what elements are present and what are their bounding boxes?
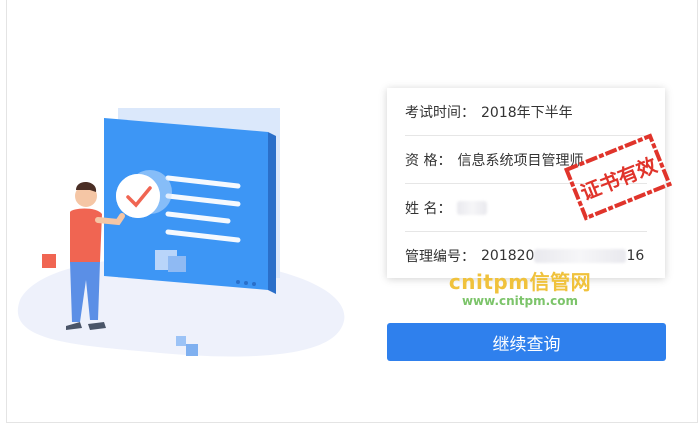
management-number-label: 管理编号： — [405, 248, 475, 265]
management-number-redacted — [534, 248, 627, 263]
exam-time-row: 考试时间： 2018年下半年 — [405, 88, 647, 136]
continue-query-button[interactable]: 继续查询 — [387, 323, 666, 361]
watermark-url: www.cnitpm.com — [461, 294, 579, 308]
watermark-brand: cnitpm信管网 — [448, 270, 592, 294]
management-number-suffix: 16 — [626, 247, 645, 264]
exam-time-value: 2018年下半年 — [481, 104, 573, 121]
certificate-illustration — [17, 108, 345, 357]
qualification-label: 资 格： — [405, 152, 452, 169]
site-watermark: cnitpm信管网 www.cnitpm.com — [430, 266, 610, 308]
name-label: 姓 名： — [405, 200, 452, 217]
management-number-prefix: 201820 — [481, 247, 535, 264]
exam-time-label: 考试时间： — [405, 104, 475, 121]
name-value-redacted — [457, 200, 488, 215]
